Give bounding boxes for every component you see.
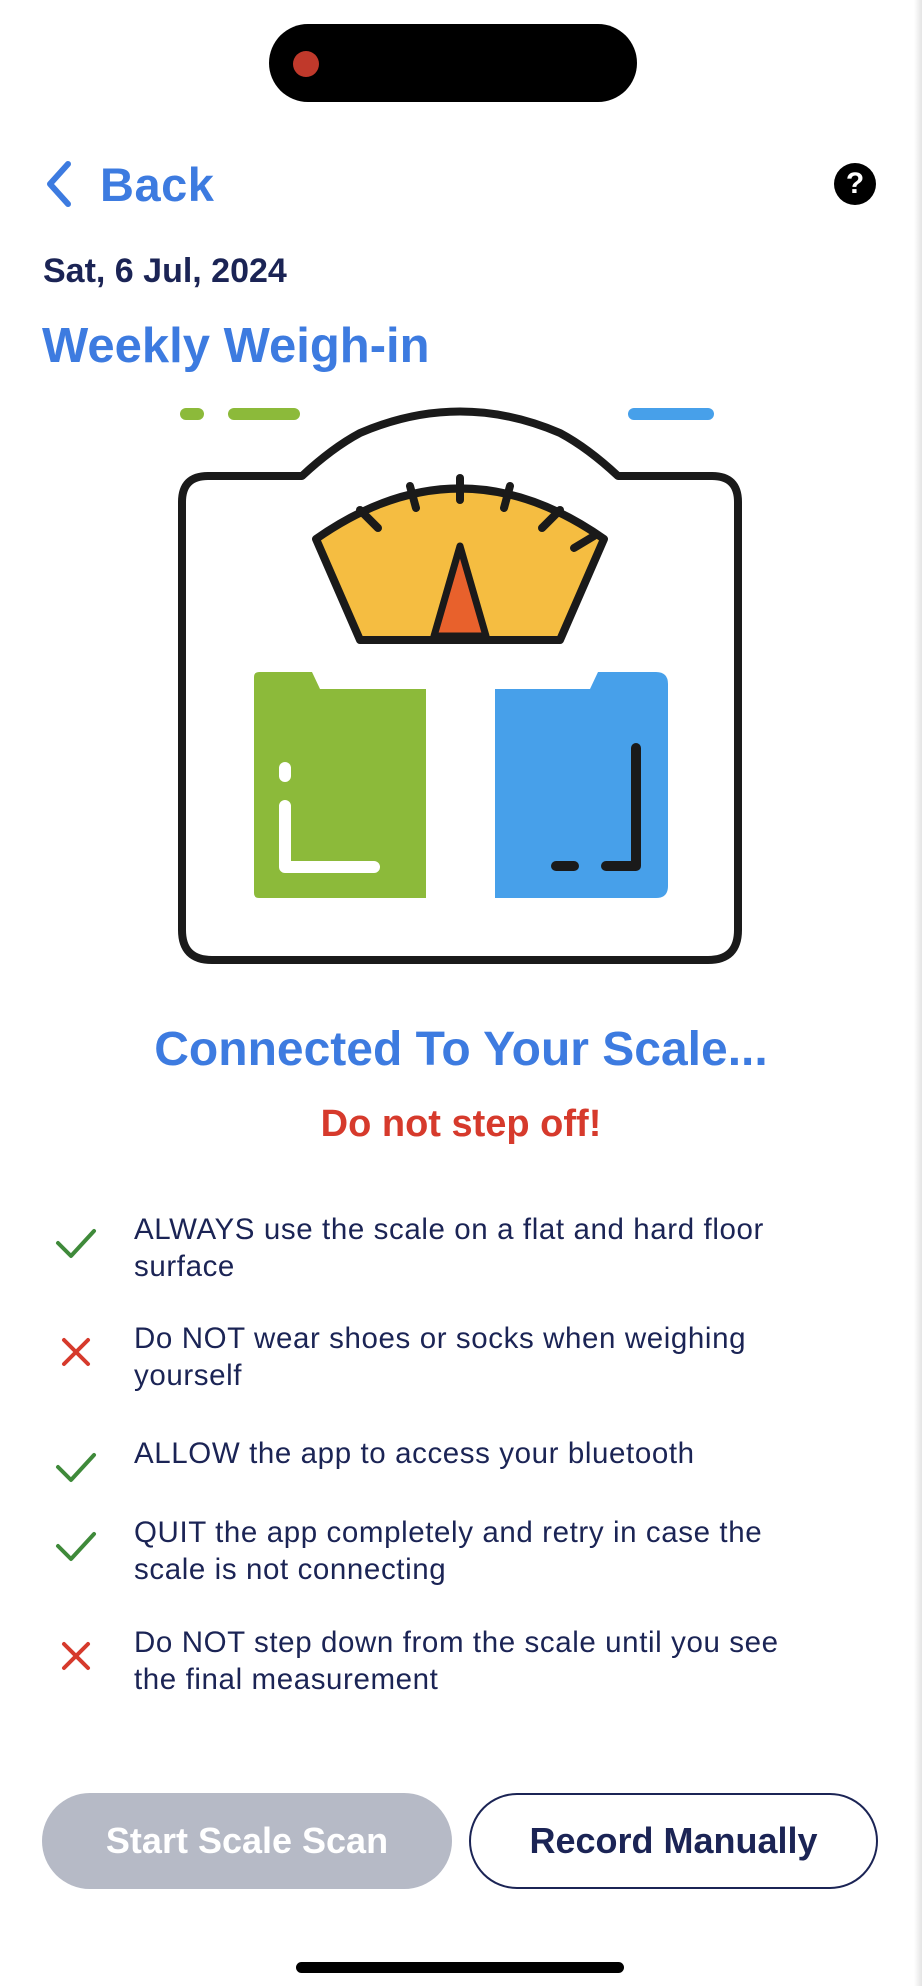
tip-text: Do NOT step down from the scale until yo… <box>134 1624 874 1698</box>
start-scale-scan-button[interactable]: Start Scale Scan <box>42 1793 452 1889</box>
bathroom-scale-icon <box>178 407 742 964</box>
weigh-in-date: Sat, 6 Jul, 2024 <box>43 252 287 290</box>
back-button[interactable]: Back <box>38 152 214 216</box>
warning-message: Do not step off! <box>320 1103 602 1145</box>
screen-edge <box>914 0 922 1986</box>
help-icon[interactable]: ? <box>834 163 876 205</box>
tip-line: Do NOT step down from the scale until yo… <box>134 1626 779 1659</box>
tip-line: yourself <box>134 1359 243 1392</box>
record-manually-button[interactable]: Record Manually <box>469 1793 878 1889</box>
tip-line: QUIT the app completely and retry in cas… <box>134 1516 763 1549</box>
tip-line: surface <box>134 1250 235 1283</box>
check-icon <box>56 1453 96 1482</box>
tip-text: Do NOT wear shoes or socks when weighing… <box>134 1320 874 1394</box>
cross-icon <box>62 1338 90 1366</box>
tip-text: ALWAYS use the scale on a flat and hard … <box>134 1211 874 1285</box>
tip-text: QUIT the app completely and retry in cas… <box>134 1514 874 1588</box>
tip-line: ALLOW the app to access your bluetooth <box>134 1437 695 1470</box>
connection-status: Connected To Your Scale... <box>154 1023 768 1076</box>
check-icon <box>56 1229 96 1258</box>
page-title: Weekly Weigh-in <box>42 319 430 373</box>
cross-icon <box>62 1642 90 1670</box>
tip-text: ALLOW the app to access your bluetooth <box>134 1435 874 1472</box>
dynamic-island <box>269 24 637 102</box>
chevron-left-icon <box>47 161 71 207</box>
tip-line: ALWAYS use the scale on a flat and hard … <box>134 1213 764 1246</box>
tip-line: the final measurement <box>134 1663 439 1696</box>
check-icon <box>56 1532 96 1561</box>
camera-indicator <box>293 51 319 77</box>
tip-line: Do NOT wear shoes or socks when weighing <box>134 1322 747 1355</box>
tip-line: scale is not connecting <box>134 1553 447 1586</box>
home-indicator <box>296 1962 624 1973</box>
back-label: Back <box>100 157 215 211</box>
